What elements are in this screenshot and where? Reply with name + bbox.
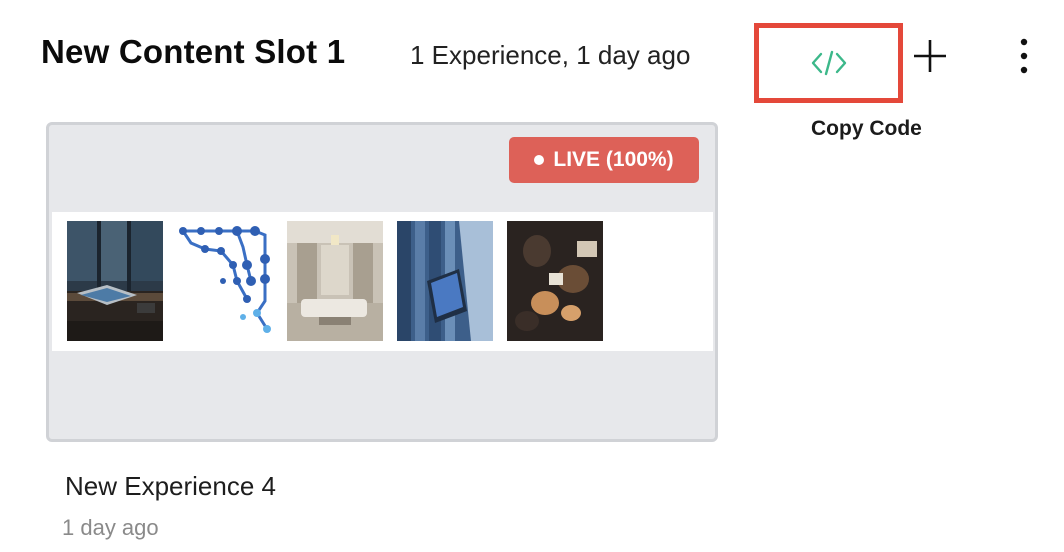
slot-title: New Content Slot 1 bbox=[41, 33, 346, 70]
copy-code-button[interactable] bbox=[754, 23, 903, 103]
interior-room-photo bbox=[287, 221, 383, 341]
vertical-ellipsis-icon bbox=[1020, 38, 1028, 74]
content-preview bbox=[52, 212, 713, 351]
tablet-library-photo bbox=[397, 221, 493, 341]
experience-card[interactable]: LIVE (100%) bbox=[46, 122, 718, 442]
add-experience-button[interactable] bbox=[910, 36, 950, 76]
people-meeting-photo bbox=[507, 221, 603, 341]
laptop-desk-photo bbox=[67, 221, 163, 341]
status-badge-label: LIVE (100%) bbox=[553, 148, 674, 171]
experience-timestamp: 1 day ago bbox=[62, 515, 159, 540]
copy-code-tooltip: Copy Code bbox=[811, 117, 922, 140]
status-badge: LIVE (100%) bbox=[509, 137, 699, 183]
plus-icon bbox=[914, 40, 946, 72]
slot-meta: 1 Experience, 1 day ago bbox=[410, 40, 691, 70]
experience-title[interactable]: New Experience 4 bbox=[65, 471, 276, 502]
blue-dot-network-graphic bbox=[177, 221, 273, 341]
live-dot-icon bbox=[534, 155, 545, 165]
more-options-button[interactable] bbox=[1010, 36, 1038, 78]
code-brackets-icon bbox=[811, 50, 846, 76]
